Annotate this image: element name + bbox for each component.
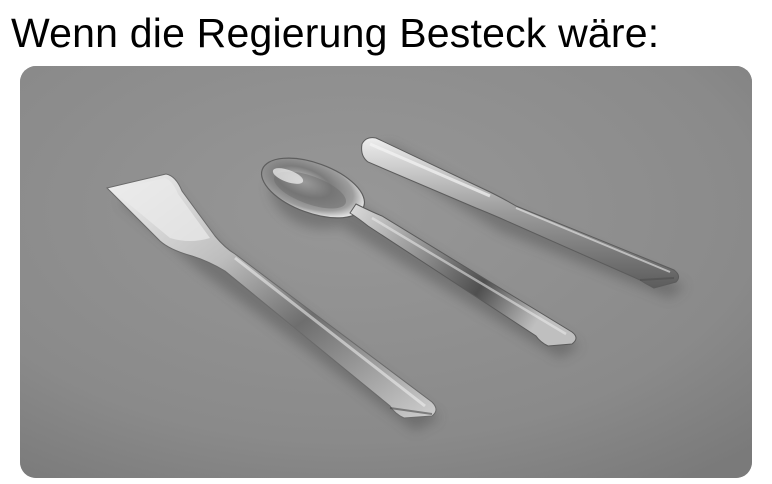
meme-container: Wenn die Regierung Besteck wäre:	[0, 0, 772, 484]
cutlery-illustration	[20, 66, 752, 478]
cutlery-photo	[20, 66, 752, 478]
meme-caption: Wenn die Regierung Besteck wäre:	[11, 10, 660, 56]
